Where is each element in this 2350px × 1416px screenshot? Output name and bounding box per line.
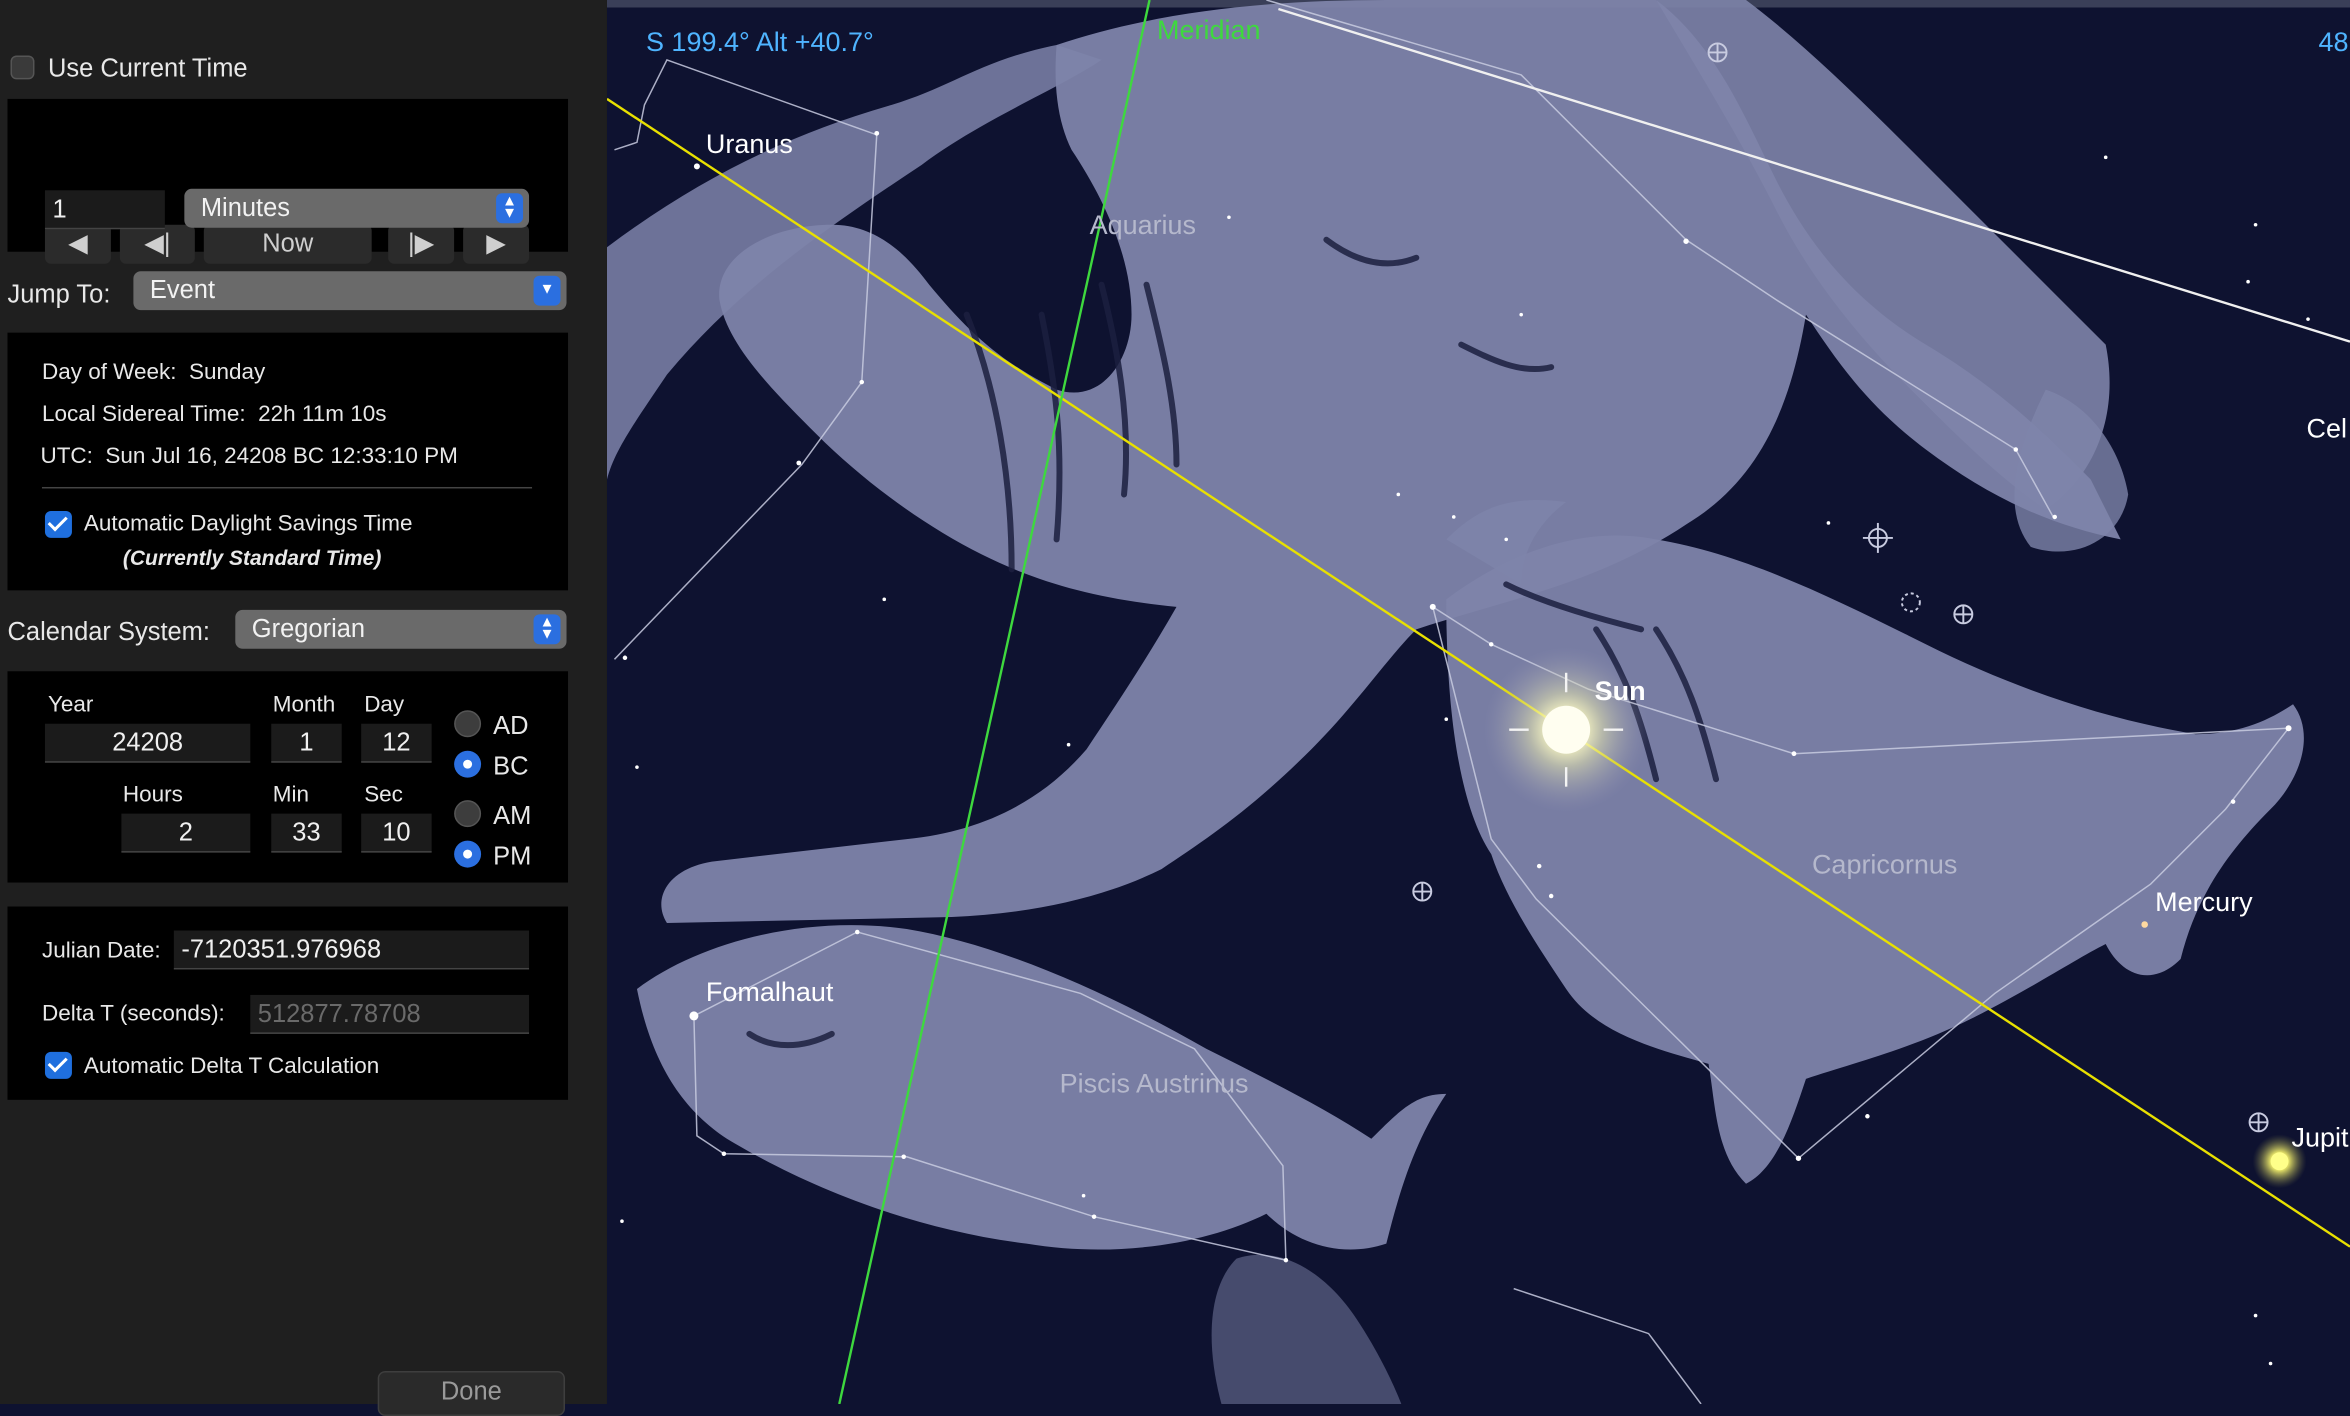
sidereal-row: Local Sidereal Time: 22h 11m 10s — [42, 402, 387, 427]
day-of-week-label: Day of Week: — [41, 359, 177, 386]
step-back-button[interactable]: ◀| — [119, 224, 195, 264]
open-cluster-icon — [1900, 592, 1921, 613]
ad-label: AD — [493, 711, 529, 741]
sun-icon[interactable] — [1542, 705, 1591, 754]
sec-field[interactable]: 10 — [361, 813, 432, 853]
rewind-button[interactable]: ◀ — [44, 224, 111, 264]
step-forward-icon: |▶ — [408, 229, 435, 258]
dst-label: Automatic Daylight Savings Time — [83, 510, 413, 537]
step-unit-value: Minutes — [200, 193, 291, 222]
jump-to-select[interactable]: Event ▼ — [133, 271, 567, 311]
now-label: Now — [262, 229, 314, 258]
pm-radio[interactable] — [454, 840, 482, 868]
cluster-marker-icon — [1412, 881, 1433, 902]
hours-field[interactable]: 2 — [121, 813, 251, 853]
utc-row: UTC: Sun Jul 16, 24208 BC 12:33:10 PM — [40, 444, 457, 469]
sky-canvas — [606, 0, 2350, 1405]
use-current-time-label: Use Current Time — [47, 53, 248, 83]
time-step-box: ◀ ◀| Now |▶ ▶ 1 Minutes ▲ ▼ — [7, 98, 569, 264]
jupiter-icon[interactable] — [2270, 1152, 2289, 1171]
calendar-system-value: Gregorian — [251, 614, 366, 643]
time-info-box: Day of Week: Sunday Local Sidereal Time:… — [7, 332, 569, 591]
am-radio[interactable] — [454, 800, 482, 828]
nebula-marker-icon — [1862, 522, 1893, 553]
utc-label: UTC: — [40, 443, 93, 469]
pm-label: PM — [493, 842, 532, 871]
done-button[interactable]: Done — [377, 1371, 566, 1416]
step-unit-select[interactable]: Minutes ▲ ▼ — [184, 188, 530, 228]
year-field[interactable]: 24208 — [44, 723, 251, 763]
step-forward-button[interactable]: |▶ — [388, 224, 455, 264]
calendar-system-select[interactable]: Gregorian ▲ ▼ — [235, 609, 567, 649]
chevron-down-icon: ▼ — [533, 275, 561, 306]
done-label: Done — [440, 1377, 502, 1406]
jump-to-label: Jump To: — [7, 280, 111, 309]
dst-checkbox[interactable] — [44, 510, 72, 538]
month-label: Month — [272, 692, 336, 718]
sidereal-label: Local Sidereal Time: — [41, 401, 246, 428]
chevron-updown-icon: ▲ ▼ — [496, 193, 524, 224]
day-of-week-value: Sunday — [189, 359, 266, 386]
uranus-label[interactable]: Uranus — [706, 129, 793, 160]
month-field[interactable]: 1 — [271, 723, 342, 763]
capricornus-label[interactable]: Capricornus — [1812, 850, 1957, 881]
jupiter-label[interactable]: Jupit — [2292, 1122, 2349, 1153]
rewind-icon: ◀ — [68, 229, 88, 258]
auto-delta-t-checkbox[interactable] — [44, 1051, 72, 1079]
ad-radio[interactable] — [454, 710, 482, 738]
piscis-austrinus-label[interactable]: Piscis Austrinus — [1060, 1068, 1249, 1099]
divider — [41, 486, 533, 489]
mercury-icon[interactable] — [2141, 921, 2148, 928]
cluster-marker-icon — [2248, 1112, 2269, 1133]
use-current-time-checkbox[interactable] — [10, 55, 35, 80]
time-flow-panel: Use Current Time ◀ ◀| Now |▶ ▶ 1 Minutes… — [0, 0, 607, 1416]
sun-label[interactable]: Sun — [1595, 676, 1646, 707]
fomalhaut-label[interactable]: Fomalhaut — [706, 977, 833, 1008]
step-back-icon: ◀| — [144, 229, 171, 258]
mercury-label[interactable]: Mercury — [2155, 887, 2252, 918]
day-field[interactable]: 12 — [361, 723, 432, 763]
play-button[interactable]: ▶ — [463, 224, 530, 264]
utc-value: Sun Jul 16, 24208 BC 12:33:10 PM — [105, 443, 458, 469]
min-label: Min — [272, 782, 309, 808]
year-label: Year — [47, 692, 94, 718]
sidereal-value: 22h 11m 10s — [258, 401, 387, 428]
step-amount-field[interactable]: 1 — [44, 190, 165, 230]
dst-note: (Currently Standard Time) — [122, 545, 382, 570]
am-label: AM — [493, 801, 532, 831]
now-button[interactable]: Now — [203, 224, 372, 264]
celestial-equator-label[interactable]: Cel — [2307, 414, 2347, 445]
min-field[interactable]: 33 — [271, 813, 342, 853]
julian-date-field[interactable]: -7120351.976968 — [173, 930, 530, 970]
capricornus-figure — [1446, 500, 2304, 1184]
calendar-system-label: Calendar System: — [7, 617, 211, 646]
day-label: Day — [364, 692, 405, 718]
sec-label: Sec — [364, 782, 403, 808]
bc-radio[interactable] — [454, 750, 482, 778]
play-icon: ▶ — [486, 229, 506, 258]
meridian-label: Meridian — [1157, 14, 1261, 45]
cluster-marker-icon — [1953, 604, 1974, 625]
chevron-updown-icon: ▲ ▼ — [533, 614, 561, 645]
delta-t-label: Delta T (seconds): — [41, 1000, 225, 1027]
galaxy-marker-icon — [1707, 42, 1728, 63]
date-entry-box: Year Month Day 24208 1 12 AD BC Hours Mi… — [7, 671, 569, 883]
julian-box: Julian Date: -7120351.976968 Delta T (se… — [7, 906, 569, 1100]
day-of-week-row: Day of Week: Sunday — [42, 360, 265, 385]
julian-date-label: Julian Date: — [41, 937, 161, 964]
sky-chart[interactable]: S 199.4° Alt +40.7° 48 Meridian Uranus A… — [606, 0, 2350, 1405]
hours-label: Hours — [122, 782, 183, 808]
bc-label: BC — [493, 752, 529, 781]
jump-to-value: Event — [149, 275, 216, 305]
delta-t-field: 512877.78708 — [250, 994, 530, 1034]
top-right-readout: 48 — [2318, 26, 2349, 57]
auto-delta-t-label: Automatic Delta T Calculation — [83, 1053, 380, 1079]
aquarius-label[interactable]: Aquarius — [1090, 210, 1196, 241]
pointer-readout: S 199.4° Alt +40.7° — [645, 26, 874, 57]
